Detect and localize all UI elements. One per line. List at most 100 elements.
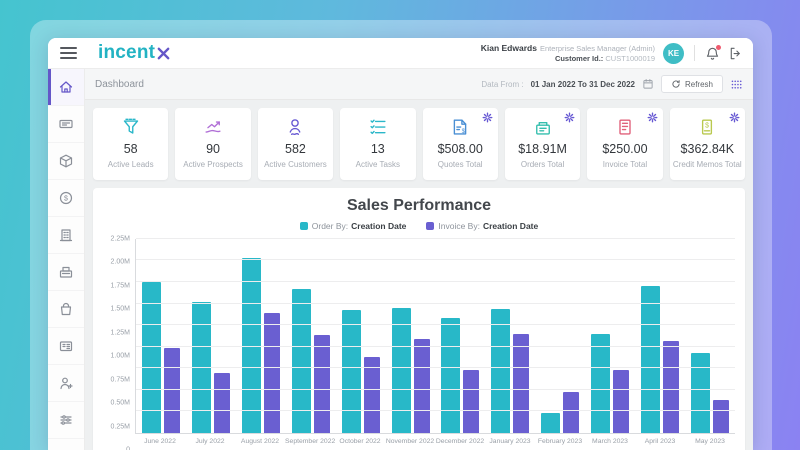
bar-invoice-december-2022[interactable] — [463, 370, 479, 433]
subheader-bar: Dashboard Data From : 01 Jan 2022 To 31 … — [85, 69, 753, 100]
legend-item-0[interactable]: Order By:Creation Date — [300, 221, 407, 231]
bar-invoice-may-2023[interactable] — [713, 400, 729, 433]
user-info[interactable]: Kian EdwardsEnterprise Sales Manager (Ad… — [481, 43, 655, 63]
kpi-card-invoice-total[interactable]: $250.00Invoice Total — [587, 108, 662, 180]
bar-invoice-november-2022[interactable] — [414, 339, 430, 433]
chart-area: 00.25M0.50M0.75M1.00M1.25M1.50M1.75M2.00… — [103, 239, 735, 450]
plot-area — [135, 239, 735, 434]
kpi-card-orders-total[interactable]: $18.91MOrders Total — [505, 108, 580, 180]
hamburger-menu-icon[interactable] — [60, 44, 77, 62]
app-logo: incent — [98, 42, 171, 64]
sidebar-item-currency-coin[interactable]: $ — [48, 180, 84, 217]
sidebar-item-company-building[interactable] — [48, 217, 84, 254]
grid-icon[interactable] — [730, 78, 743, 91]
kpi-card-active-customers[interactable]: 582Active Customers — [258, 108, 333, 180]
gridline — [136, 303, 735, 304]
legend-label: Order By: — [312, 221, 348, 231]
gear-icon[interactable] — [482, 112, 493, 123]
kpi-card-quotes-total[interactable]: $$508.00Quotes Total — [423, 108, 498, 180]
x-tick-label: February 2023 — [535, 434, 585, 450]
y-tick-label: 1.75M — [111, 282, 130, 289]
bar-order-january-2023[interactable] — [491, 309, 510, 433]
calendar-icon[interactable] — [642, 78, 654, 90]
bar-group-august-2022 — [236, 239, 286, 433]
bar-invoice-february-2023[interactable] — [563, 392, 579, 433]
gridline — [136, 238, 735, 239]
kpi-value: $18.91M — [508, 142, 577, 156]
bar-order-february-2023[interactable] — [541, 413, 560, 433]
kpi-card-active-leads[interactable]: 58Active Leads — [93, 108, 168, 180]
y-tick-label: 1.25M — [111, 329, 130, 336]
logo-x-mark — [156, 46, 171, 61]
sales-performance-chart-card: Sales Performance Order By:Creation Date… — [93, 188, 745, 450]
bar-invoice-june-2022[interactable] — [164, 348, 180, 433]
svg-text:$: $ — [462, 128, 466, 135]
kpi-value: $362.84K — [673, 142, 742, 156]
y-tick-label: 1.50M — [111, 306, 130, 313]
bar-order-october-2022[interactable] — [342, 310, 361, 433]
bar-group-april-2023 — [635, 239, 685, 433]
bar-group-may-2023 — [685, 239, 735, 433]
legend-item-1[interactable]: Invoice By:Creation Date — [426, 221, 538, 231]
x-tick-label: January 2023 — [485, 434, 535, 450]
kpi-label: Invoice Total — [590, 160, 659, 171]
bar-order-december-2022[interactable] — [441, 318, 460, 433]
kpi-card-active-prospects[interactable]: 90Active Prospects — [175, 108, 250, 180]
gear-icon[interactable] — [647, 112, 658, 123]
bar-group-october-2022 — [336, 239, 386, 433]
kpi-card-credit-memos-total[interactable]: $$362.84KCredit Memos Total — [670, 108, 745, 180]
crm-card-icon — [58, 116, 74, 132]
package-icon — [58, 153, 74, 169]
kpi-value: 90 — [178, 142, 247, 156]
x-axis-labels: June 2022July 2022August 2022September 2… — [135, 434, 735, 450]
notification-dot — [716, 45, 721, 50]
dashboard-content: 58Active Leads90Active Prospects582Activ… — [85, 100, 753, 450]
avatar[interactable]: KE — [663, 43, 684, 64]
sidebar-item-cash-register[interactable] — [48, 254, 84, 291]
bar-invoice-october-2022[interactable] — [364, 357, 380, 433]
bar-invoice-april-2023[interactable] — [663, 341, 679, 433]
app-window: incent Kian EdwardsEnterprise Sales Mana… — [48, 38, 753, 450]
legend-value: Creation Date — [351, 221, 406, 231]
bar-invoice-january-2023[interactable] — [513, 334, 529, 433]
date-range-value[interactable]: 01 Jan 2022 To 31 Dec 2022 — [531, 80, 635, 89]
gear-icon[interactable] — [564, 112, 575, 123]
x-tick-label: July 2022 — [185, 434, 235, 450]
bar-group-november-2022 — [386, 239, 436, 433]
customer-icon — [261, 117, 330, 137]
y-tick-label: 0 — [126, 447, 130, 450]
logo-text: incent — [98, 42, 155, 64]
gridline — [136, 410, 735, 411]
chart-legend: Order By:Creation Date Invoice By:Creatio… — [103, 221, 735, 231]
shopping-bag-icon — [58, 301, 74, 317]
sidebar-item-crm-card[interactable] — [48, 106, 84, 143]
bar-order-may-2023[interactable] — [691, 353, 710, 433]
sidebar-item-shopping-bag[interactable] — [48, 291, 84, 328]
bar-invoice-march-2023[interactable] — [613, 370, 629, 433]
gear-icon[interactable] — [729, 112, 740, 123]
sidebar-nav: $ — [48, 69, 85, 450]
bar-order-march-2023[interactable] — [591, 334, 610, 433]
svg-text:$: $ — [64, 196, 68, 203]
y-tick-label: 0.50M — [111, 400, 130, 407]
bar-order-november-2022[interactable] — [392, 308, 411, 433]
company-building-icon — [58, 227, 74, 243]
kpi-card-active-tasks[interactable]: 13Active Tasks — [340, 108, 415, 180]
bar-invoice-august-2022[interactable] — [264, 313, 280, 433]
bell-icon[interactable] — [705, 46, 720, 61]
logout-icon[interactable] — [728, 46, 743, 61]
sidebar-item-home[interactable] — [48, 69, 84, 106]
gridline — [136, 346, 735, 347]
refresh-button[interactable]: Refresh — [661, 75, 723, 93]
sidebar-item-package[interactable] — [48, 143, 84, 180]
sidebar-item-billing-card[interactable] — [48, 328, 84, 365]
bar-group-september-2022 — [286, 239, 336, 433]
bar-invoice-september-2022[interactable] — [314, 335, 330, 433]
gridline — [136, 281, 735, 282]
customer-id-value: CUST1000019 — [605, 54, 655, 63]
sidebar-item-add-contact[interactable] — [48, 365, 84, 402]
x-tick-label: September 2022 — [285, 434, 335, 450]
sidebar-item-filter-sliders[interactable] — [48, 402, 84, 439]
bar-invoice-july-2022[interactable] — [214, 373, 230, 433]
x-tick-label: October 2022 — [335, 434, 385, 450]
